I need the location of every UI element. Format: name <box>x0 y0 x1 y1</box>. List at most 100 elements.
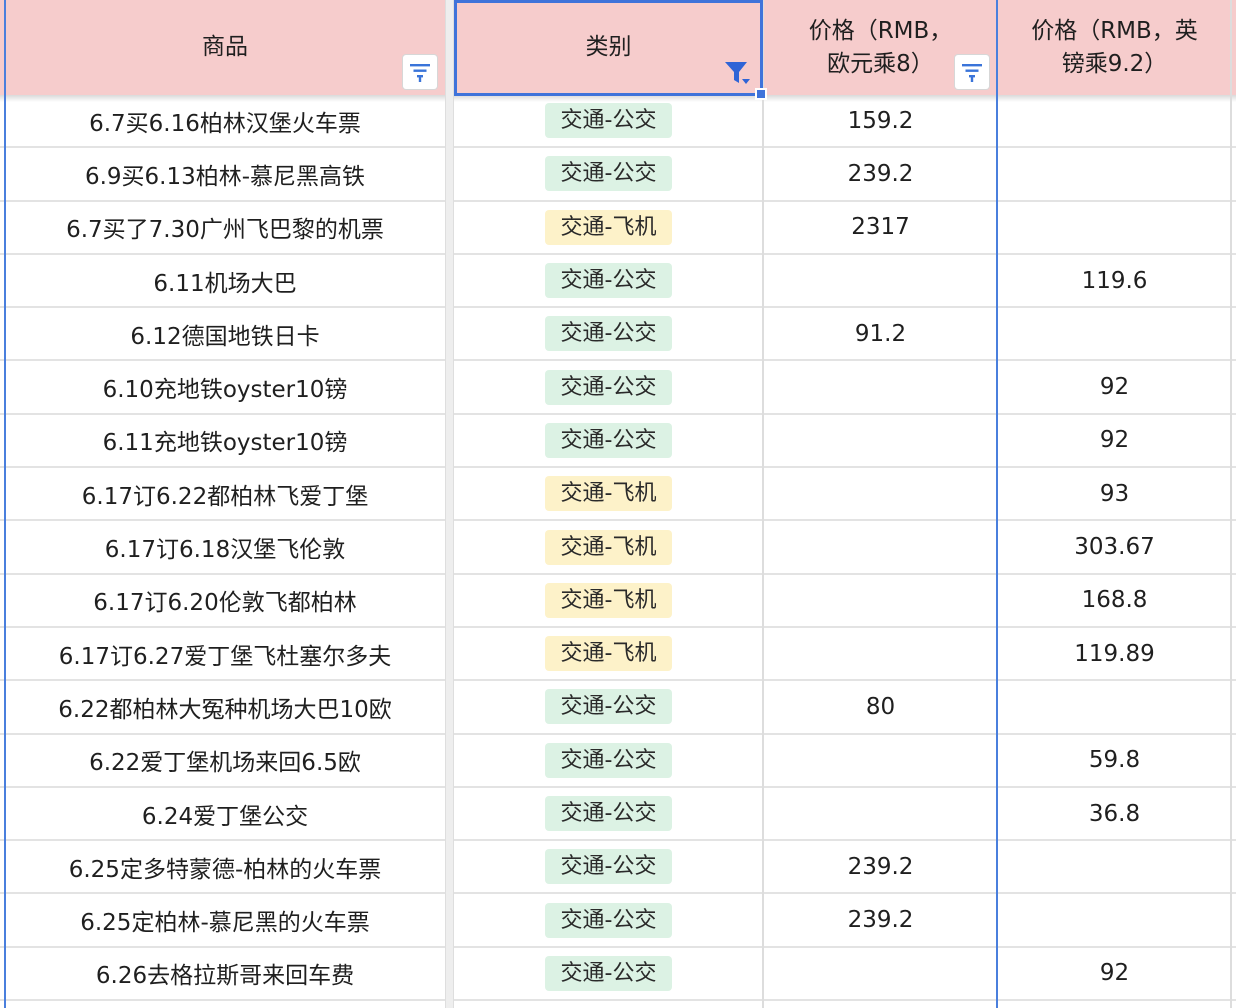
item-cell[interactable]: 6.22都柏林大冤种机场大巴10欧 <box>6 681 444 732</box>
gbp-price-cell[interactable]: 92 <box>999 415 1230 466</box>
category-cell[interactable]: 交通-公交 <box>455 894 762 945</box>
item-cell[interactable]: 6.25定多特蒙德-柏林的火车票 <box>6 841 444 892</box>
filter-icon <box>410 64 430 82</box>
eur-price-cell[interactable] <box>764 521 997 572</box>
category-cell[interactable]: 交通-公交 <box>455 681 762 732</box>
eur-price-cell[interactable] <box>764 415 997 466</box>
gbp-price-cell[interactable]: 168.8 <box>999 575 1230 626</box>
item-cell[interactable]: 6.12德国地铁日卡 <box>6 308 444 359</box>
category-cell[interactable]: 交通-飞机 <box>455 575 762 626</box>
eur-price-cell[interactable] <box>764 948 997 999</box>
column-gutter <box>445 0 454 1008</box>
category-cell[interactable]: 交通-公交 <box>455 95 762 146</box>
eur-price-cell[interactable]: 91.2 <box>764 308 997 359</box>
category-cell[interactable]: 交通-公交 <box>455 735 762 786</box>
eur-price-cell[interactable] <box>764 788 997 839</box>
table-row: 6.17订6.22都柏林飞爱丁堡 交通-飞机 93 <box>0 468 1236 522</box>
eur-price-cell[interactable]: 239.2 <box>764 148 997 199</box>
item-cell[interactable]: 6.10充地铁oyster10镑 <box>6 361 444 412</box>
eur-price-cell[interactable]: 80 <box>764 681 997 732</box>
eur-price-cell[interactable] <box>764 628 997 679</box>
gbp-price-cell[interactable]: 59.8 <box>999 735 1230 786</box>
gbp-price-cell[interactable]: 303.67 <box>999 521 1230 572</box>
header-cell-category[interactable]: 类别 <box>455 0 762 95</box>
item-cell-value: 6.10充地铁oyster10镑 <box>102 377 348 404</box>
gbp-price-cell[interactable]: 36.8 <box>999 788 1230 839</box>
gbp-price-cell[interactable] <box>999 95 1230 146</box>
gbp-price-cell[interactable]: 92 <box>999 948 1230 999</box>
category-cell[interactable]: 交通-飞机 <box>455 628 762 679</box>
filter-button-item[interactable] <box>403 55 437 89</box>
category-cell[interactable]: 交通-公交 <box>455 841 762 892</box>
item-cell[interactable]: 6.11机场大巴 <box>6 255 444 306</box>
gbp-price-cell[interactable] <box>999 308 1230 359</box>
item-cell[interactable]: 6.7买6.16柏林汉堡火车票 <box>6 95 444 146</box>
eur-price-cell[interactable]: 159.2 <box>764 95 997 146</box>
column-separator <box>762 0 764 1008</box>
category-cell[interactable]: 交通-飞机 <box>455 468 762 519</box>
gbp-price-cell[interactable] <box>999 148 1230 199</box>
category-tag: 交通-飞机 <box>544 476 673 512</box>
item-cell[interactable]: 6.9买6.13柏林-慕尼黑高铁 <box>6 148 444 199</box>
category-cell[interactable]: 交通-飞机 <box>455 521 762 572</box>
selection-fill-handle[interactable] <box>755 88 767 100</box>
header-cell-item[interactable]: 商品 <box>6 0 444 95</box>
category-cell[interactable]: 交通-飞机 <box>455 202 762 253</box>
table-row: 6.22都柏林大冤种机场大巴10欧 交通-公交 80 <box>0 681 1236 735</box>
gbp-price-cell-value: 168.8 <box>1081 587 1148 614</box>
item-cell[interactable]: 6.17订6.27爱丁堡飞杜塞尔多夫 <box>6 628 444 679</box>
item-cell[interactable]: 6.11充地铁oyster10镑 <box>6 415 444 466</box>
category-tag: 交通-公交 <box>544 849 673 885</box>
filter-button-category[interactable] <box>720 55 754 89</box>
gbp-price-cell[interactable]: 93 <box>999 468 1230 519</box>
gbp-price-cell[interactable] <box>999 841 1230 892</box>
item-cell[interactable]: 6.17订6.18汉堡飞伦敦 <box>6 521 444 572</box>
eur-price-cell[interactable]: 2317 <box>764 202 997 253</box>
category-cell[interactable]: 交通-公交 <box>455 948 762 999</box>
gbp-price-cell-value: 59.8 <box>1088 747 1141 774</box>
category-cell[interactable]: 交通-公交 <box>455 361 762 412</box>
eur-price-cell[interactable] <box>764 735 997 786</box>
item-cell[interactable]: 6.22爱丁堡机场来回6.5欧 <box>6 735 444 786</box>
item-cell-value: 6.22都柏林大冤种机场大巴10欧 <box>58 696 392 723</box>
table-row: 6.26去格拉斯哥来回车费 交通-公交 92 <box>0 948 1236 1002</box>
item-cell[interactable]: 6.17订6.20伦敦飞都柏林 <box>6 575 444 626</box>
table-row: 6.17订6.18汉堡飞伦敦 交通-飞机 303.67 <box>0 521 1236 575</box>
eur-price-cell[interactable]: 239.2 <box>764 894 997 945</box>
category-cell[interactable]: 交通-公交 <box>455 415 762 466</box>
eur-price-cell[interactable] <box>764 255 997 306</box>
gbp-price-cell[interactable]: 119.89 <box>999 628 1230 679</box>
header-item-label: 商品 <box>202 34 248 60</box>
category-cell[interactable]: 交通-公交 <box>455 255 762 306</box>
item-cell[interactable]: 6.26去格拉斯哥来回车费 <box>6 948 444 999</box>
category-cell[interactable]: 交通-公交 <box>455 308 762 359</box>
item-cell[interactable]: 6.7买了7.30广州飞巴黎的机票 <box>6 202 444 253</box>
eur-price-cell-value: 91.2 <box>854 320 907 347</box>
header-cell-gbp-price[interactable]: 价格（RMB，英 镑乘9.2） <box>999 0 1230 95</box>
gbp-price-cell[interactable] <box>999 202 1230 253</box>
gbp-price-cell[interactable]: 119.6 <box>999 255 1230 306</box>
eur-price-cell[interactable] <box>764 468 997 519</box>
eur-price-cell[interactable] <box>764 361 997 412</box>
category-tag: 交通-飞机 <box>544 582 673 618</box>
gbp-price-cell-value: 119.6 <box>1081 267 1148 294</box>
gbp-price-cell[interactable]: 92 <box>999 361 1230 412</box>
gbp-price-cell-value: 92 <box>1099 374 1130 401</box>
eur-price-cell[interactable] <box>764 575 997 626</box>
item-cell-value: 6.17订6.20伦敦飞都柏林 <box>93 590 357 617</box>
category-cell[interactable]: 交通-公交 <box>455 148 762 199</box>
frozen-row-shadow <box>0 95 1236 102</box>
gbp-price-cell-value: 92 <box>1099 427 1130 454</box>
category-cell[interactable]: 交通-公交 <box>455 788 762 839</box>
item-cell[interactable]: 6.24爱丁堡公交 <box>6 788 444 839</box>
filter-button-eur-price[interactable] <box>955 55 989 89</box>
gbp-price-cell[interactable] <box>999 681 1230 732</box>
item-cell[interactable]: 6.25定柏林-慕尼黑的火车票 <box>6 894 444 945</box>
category-tag: 交通-公交 <box>544 955 673 991</box>
item-cell[interactable]: 6.17订6.22都柏林飞爱丁堡 <box>6 468 444 519</box>
category-tag: 交通-公交 <box>544 422 673 458</box>
gbp-price-cell[interactable] <box>999 894 1230 945</box>
table-body: 6.7买6.16柏林汉堡火车票 交通-公交 159.2 6.9买6.13柏林-慕尼黑高… <box>0 95 1236 1002</box>
category-tag: 交通-公交 <box>544 263 673 299</box>
eur-price-cell[interactable]: 239.2 <box>764 841 997 892</box>
